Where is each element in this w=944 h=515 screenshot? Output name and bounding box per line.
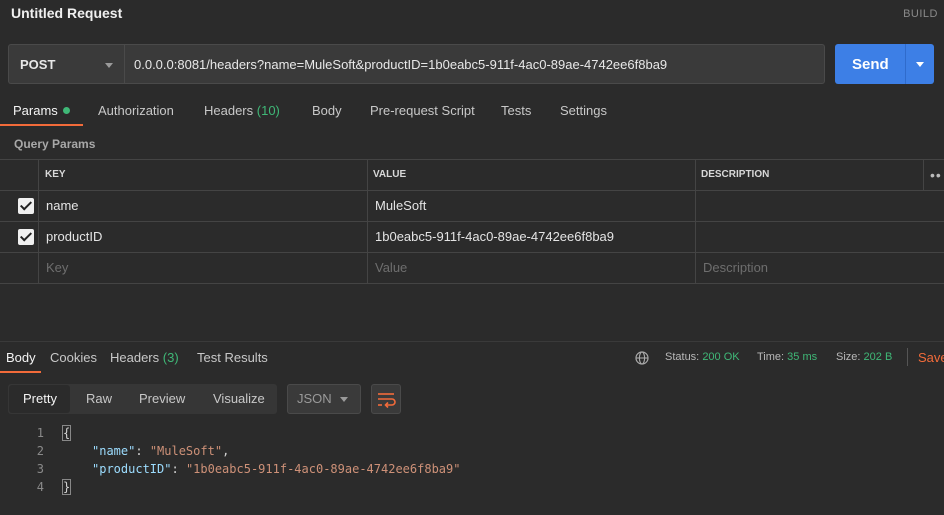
column-header-key: KEY <box>45 169 66 180</box>
time-value: 35 ms <box>787 351 818 363</box>
chevron-down-icon <box>340 397 348 402</box>
divider <box>907 348 908 366</box>
json-line-productid: "productID": "1b0eabc5-911f-4ac0-89ae-47… <box>92 462 461 476</box>
format-visualize-button[interactable]: Visualize <box>213 391 265 406</box>
method-label: POST <box>20 57 56 72</box>
new-value-input[interactable]: Value <box>375 260 407 275</box>
chevron-down-icon <box>916 62 924 67</box>
status-label: Status: <box>665 351 700 363</box>
query-params-table: KEY VALUE DESCRIPTION •• name MuleSoft p… <box>0 159 944 284</box>
language-select[interactable]: JSON <box>287 384 361 414</box>
url-input[interactable]: 0.0.0.0:8081/headers?name=MuleSoft&produ… <box>124 44 825 84</box>
response-tab-body[interactable]: Body <box>6 350 36 365</box>
tab-params-label: Params <box>13 103 58 118</box>
send-options-button[interactable] <box>905 44 934 84</box>
status-value: 200 OK <box>702 351 740 363</box>
send-button[interactable]: Send <box>835 44 905 84</box>
tab-params[interactable]: Params <box>13 103 70 118</box>
active-tab-indicator <box>0 124 83 126</box>
json-line-name: "name": "MuleSoft", <box>92 444 230 458</box>
line-number: 1 <box>36 426 44 440</box>
response-tab-cookies[interactable]: Cookies <box>50 350 97 365</box>
param-value-input[interactable]: 1b0eabc5-911f-4ac0-89ae-4742ee6f8ba9 <box>375 229 614 244</box>
size-info: Size: 202 B <box>836 351 892 363</box>
response-headers-count: (3) <box>162 350 179 365</box>
wrap-lines-button[interactable] <box>371 384 401 414</box>
headers-count: (10) <box>256 103 280 118</box>
new-description-input[interactable]: Description <box>703 260 768 275</box>
url-text: 0.0.0.0:8081/headers?name=MuleSoft&produ… <box>134 57 668 72</box>
json-close-brace: } <box>63 480 71 494</box>
response-body-viewer[interactable]: 1 2 3 4 { "name": "MuleSoft", "productID… <box>0 424 944 504</box>
page-title: Untitled Request <box>11 5 123 21</box>
response-tab-test-results[interactable]: Test Results <box>197 350 268 365</box>
param-value-input[interactable]: MuleSoft <box>375 198 426 213</box>
size-value: 202 B <box>863 351 893 363</box>
more-options-icon[interactable]: •• <box>930 167 942 183</box>
tab-headers-label: Headers <box>204 103 254 118</box>
tab-authorization[interactable]: Authorization <box>98 103 174 118</box>
format-pretty-button[interactable]: Pretty <box>23 391 57 406</box>
line-number: 4 <box>36 480 44 494</box>
size-label: Size: <box>836 351 861 363</box>
tab-tests[interactable]: Tests <box>501 103 531 118</box>
method-select[interactable]: POST <box>8 44 124 84</box>
column-header-value: VALUE <box>373 169 407 180</box>
param-checkbox[interactable] <box>18 229 34 245</box>
line-number: 2 <box>36 444 44 458</box>
tab-settings[interactable]: Settings <box>560 103 607 118</box>
query-params-title: Query Params <box>14 137 96 151</box>
json-key: "name" <box>92 444 136 458</box>
param-key-input[interactable]: name <box>46 198 79 213</box>
format-preview-button[interactable]: Preview <box>139 391 185 406</box>
build-button[interactable]: BUILD <box>903 8 938 20</box>
active-response-tab-indicator <box>0 371 41 373</box>
format-raw-button[interactable]: Raw <box>86 391 112 406</box>
language-label: JSON <box>297 391 332 406</box>
format-toggle-group: Pretty Raw Preview Visualize <box>8 384 277 414</box>
time-label: Time: <box>757 351 785 363</box>
new-key-input[interactable]: Key <box>46 260 68 275</box>
json-key: "productID" <box>92 462 172 476</box>
globe-icon[interactable] <box>635 351 649 365</box>
response-headers-label: Headers <box>110 350 160 365</box>
json-open-brace: { <box>63 426 71 440</box>
param-checkbox[interactable] <box>18 198 34 214</box>
line-number: 3 <box>36 462 44 476</box>
json-value: "1b0eabc5-911f-4ac0-89ae-4742ee6f8ba9" <box>185 462 461 476</box>
save-response-button[interactable]: Save <box>918 350 944 365</box>
tab-body[interactable]: Body <box>312 103 342 118</box>
column-header-description: DESCRIPTION <box>701 169 770 180</box>
param-key-input[interactable]: productID <box>46 229 102 244</box>
active-dot-icon <box>62 107 70 114</box>
json-value: "MuleSoft" <box>149 444 223 458</box>
response-divider[interactable] <box>0 341 944 342</box>
send-label: Send <box>852 56 889 73</box>
response-tab-headers[interactable]: Headers (3) <box>110 350 179 365</box>
chevron-down-icon <box>105 63 113 68</box>
tab-headers[interactable]: Headers (10) <box>204 103 280 118</box>
time-info: Time: 35 ms <box>757 351 817 363</box>
tab-prerequest-script[interactable]: Pre-request Script <box>370 103 475 118</box>
wrap-lines-icon <box>378 393 396 409</box>
status-info: Status: 200 OK <box>665 351 740 363</box>
